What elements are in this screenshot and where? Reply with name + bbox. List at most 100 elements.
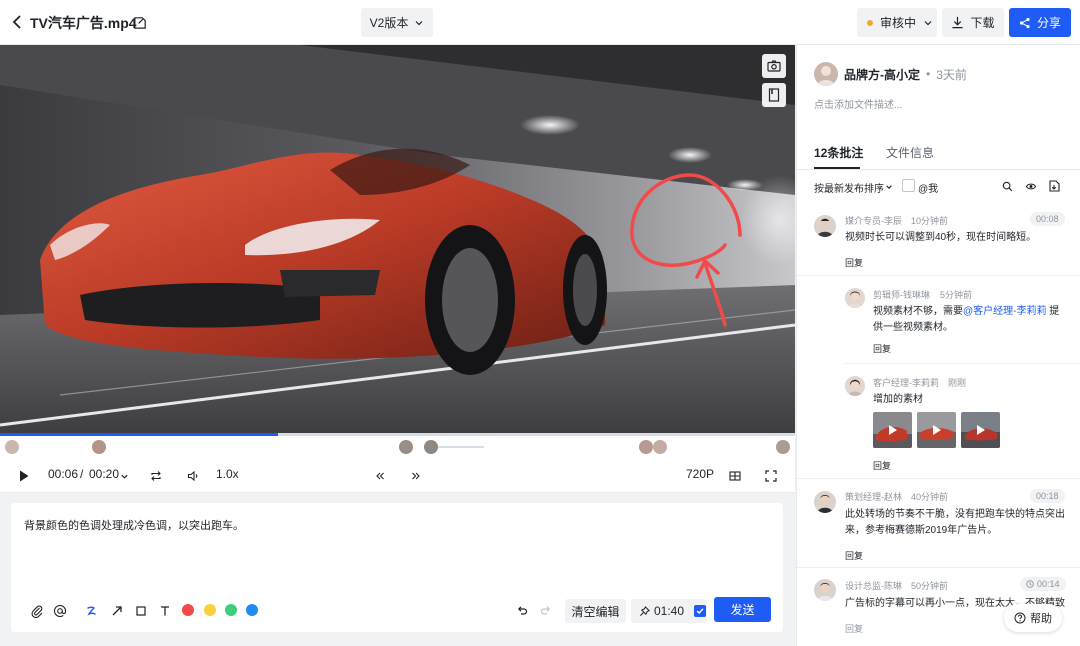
reply-link[interactable]: 回复 [845, 256, 863, 269]
avatar[interactable] [776, 440, 790, 454]
version-label: V2版本 [369, 16, 409, 30]
file-title: TV汽车广告.mp4 [30, 15, 137, 31]
search-icon[interactable] [1002, 181, 1013, 192]
undo-icon[interactable] [515, 604, 529, 618]
timestamp-toggle[interactable]: 01:40 [631, 599, 707, 623]
comment-author: 客户经理-李莉莉 [873, 378, 939, 388]
attachment-thumbnail[interactable] [961, 412, 1000, 448]
reply-link[interactable]: 回复 [873, 459, 891, 472]
attachment-thumbnail[interactable] [873, 412, 912, 448]
share-button[interactable]: 分享 [1009, 8, 1071, 37]
current-time: 00:06 [48, 467, 79, 481]
comment-range [438, 446, 484, 448]
avatar[interactable] [653, 440, 667, 454]
reply-link[interactable]: 回复 [845, 549, 863, 562]
mention-icon[interactable] [53, 604, 67, 618]
color-red-swatch[interactable] [182, 604, 194, 616]
avatar[interactable] [5, 440, 19, 454]
avatar [814, 62, 838, 86]
comment-author: 策划经理-赵林 [845, 492, 902, 502]
download-button[interactable]: 下载 [942, 8, 1004, 37]
tab-file-info[interactable]: 文件信息 [886, 144, 934, 161]
attachment-thumbnail[interactable] [917, 412, 956, 448]
avatar [814, 579, 836, 601]
mention-me-checkbox[interactable] [902, 179, 915, 192]
fast-forward-icon[interactable] [411, 471, 421, 481]
attachment-icon[interactable] [30, 604, 44, 618]
loop-icon[interactable] [150, 470, 162, 482]
review-status-label: 审核中 [880, 16, 917, 30]
clear-edits-button[interactable]: 清空编辑 [565, 599, 626, 623]
divider [845, 363, 1080, 364]
help-button[interactable]: 帮助 [1004, 604, 1062, 632]
download-label: 下载 [970, 16, 995, 30]
comment-timecode-badge[interactable]: 00:18 [1030, 489, 1065, 503]
review-status-dropdown[interactable]: 审核中 [857, 8, 937, 37]
divider [797, 478, 1080, 479]
tab-comments[interactable]: 12条批注 [814, 144, 863, 161]
file-owner: 品牌方-高小定 • 3天前 [814, 62, 967, 86]
avatar[interactable] [399, 440, 413, 454]
time-separator: / [80, 467, 84, 481]
notes-button[interactable] [762, 83, 786, 107]
volume-icon[interactable] [187, 470, 199, 482]
mention-link[interactable]: @客户经理-李莉莉 [963, 306, 1046, 317]
camera-icon [767, 60, 781, 72]
avatar[interactable] [424, 440, 438, 454]
pen-tool-icon[interactable] [85, 604, 99, 618]
comment-time: 50分钟前 [911, 581, 949, 591]
rectangle-tool-icon[interactable] [134, 604, 148, 618]
share-icon [1019, 17, 1030, 28]
avatar[interactable] [639, 440, 653, 454]
comment-text: 增加的素材 [873, 394, 923, 405]
share-label: 分享 [1036, 16, 1061, 30]
app-root: TV汽车广告.mp4 V2版本 审核中 下载 分享 00:06 / 00:20 … [0, 0, 1080, 646]
comment-text-part: 供一些视频素材。 [873, 322, 953, 333]
comment-text: 视频素材不够，需要@客户经理-李莉莉 提供一些视频素材。 [873, 304, 1073, 336]
chevron-down-icon[interactable] [120, 472, 129, 481]
eye-icon[interactable] [1025, 181, 1037, 192]
comment-author: 设计总监-陈琳 [845, 581, 902, 591]
rewind-icon[interactable] [375, 471, 385, 481]
help-label: 帮助 [1030, 613, 1052, 625]
color-blue-swatch[interactable] [246, 604, 258, 616]
chevron-down-icon[interactable] [885, 183, 893, 191]
color-yellow-swatch[interactable] [204, 604, 216, 616]
screenshot-button[interactable] [762, 54, 786, 78]
mention-me-label: @我 [918, 184, 939, 195]
comment-input[interactable]: 背景颜色的色调处理成冷色调，以突出跑车。 [24, 517, 244, 533]
redo-icon[interactable] [539, 604, 553, 618]
sort-selector[interactable]: 按最新发布排序 [814, 180, 884, 195]
fullscreen-icon[interactable] [765, 470, 777, 482]
composer-toolbar: 清空编辑 01:40 发送 [11, 597, 783, 623]
comment-text: 视频时长可以调整到40秒，现在时间略短。 [845, 232, 1037, 243]
version-selector[interactable]: V2版本 [361, 8, 433, 37]
video-frame[interactable] [0, 45, 795, 433]
playback-speed[interactable]: 1.0x [216, 467, 239, 481]
reply-link[interactable]: 回复 [845, 622, 863, 635]
quality-selector[interactable]: 720P [686, 467, 714, 481]
comment-timeline[interactable] [0, 433, 795, 457]
text-tool-icon[interactable] [158, 604, 172, 618]
comment-timecode-badge[interactable]: 00:08 [1030, 212, 1065, 226]
comment-composer[interactable]: 背景颜色的色调处理成冷色调，以突出跑车。 清空编辑 01:40 发送 [11, 503, 783, 632]
comment-time: 10分钟前 [911, 216, 949, 226]
comment-text: 此处转场的节奏不干脆，没有把跑车快的特点突出 来，参考梅赛德斯2019年广告片。 [845, 507, 1075, 539]
play-icon[interactable] [19, 470, 29, 482]
panel-tabs: 12条批注 文件信息 [797, 143, 1080, 170]
file-description-placeholder[interactable]: 点击添加文件描述... [814, 96, 902, 111]
export-icon[interactable] [1049, 180, 1060, 192]
rename-file-icon[interactable] [133, 15, 148, 30]
reply-link[interactable]: 回复 [873, 342, 891, 355]
comment-timecode-badge[interactable]: 00:14 [1020, 577, 1066, 591]
avatar[interactable] [92, 440, 106, 454]
back-arrow-icon[interactable] [10, 14, 26, 30]
timestamp-checkbox[interactable] [694, 605, 707, 617]
chevron-down-icon [415, 20, 423, 25]
color-green-swatch[interactable] [225, 604, 237, 616]
divider [797, 567, 1080, 568]
arrow-tool-icon[interactable] [110, 604, 124, 618]
compare-icon[interactable] [729, 470, 741, 482]
send-button[interactable]: 发送 [714, 597, 771, 622]
player-controls: 00:06 / 00:20 1.0x 720P [0, 457, 795, 493]
